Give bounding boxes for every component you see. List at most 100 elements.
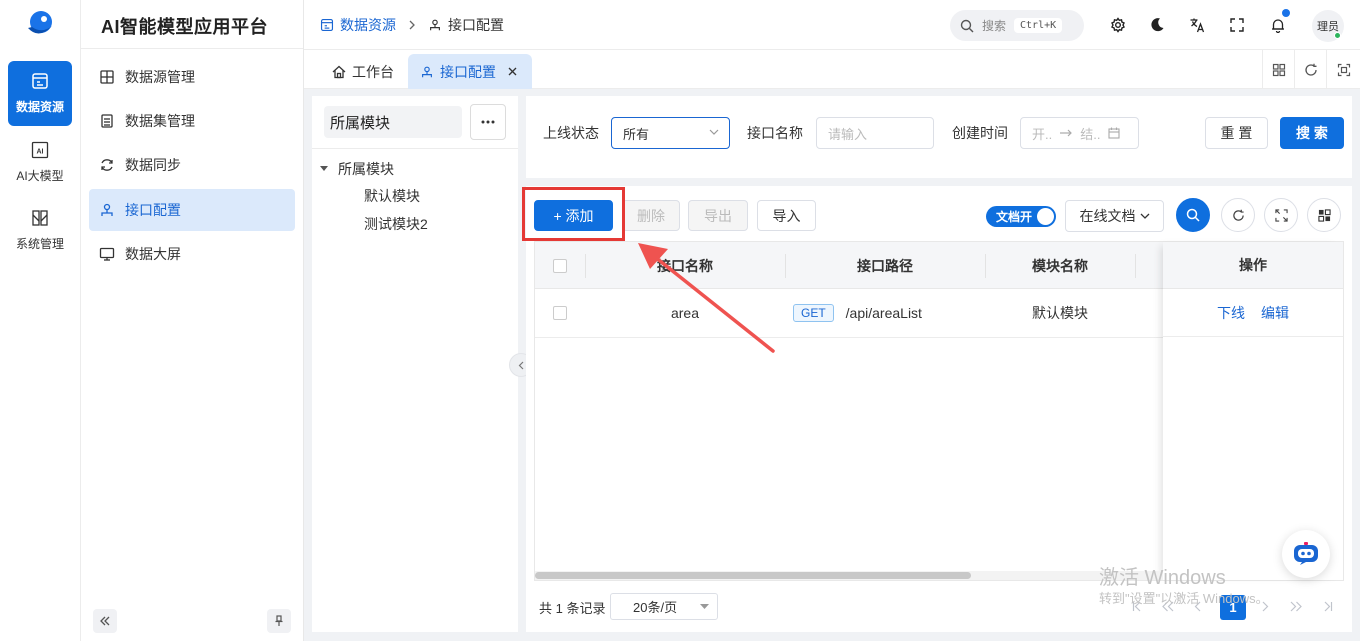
api-config-icon	[420, 65, 434, 79]
online-doc-label: 在线文档	[1079, 208, 1136, 224]
table-search-button[interactable]	[1176, 198, 1210, 232]
breadcrumb-item: 接口配置	[448, 17, 504, 33]
rail-item-ai-model[interactable]: AI AI大模型	[8, 134, 72, 190]
double-chevron-left-icon	[99, 615, 111, 627]
caret-down-icon[interactable]	[320, 166, 328, 172]
pin-icon	[273, 615, 285, 627]
app-logo	[25, 10, 55, 38]
tab-refresh-button[interactable]	[1294, 50, 1326, 89]
tree-node-root[interactable]: 所属模块	[320, 158, 394, 180]
api-name-placeholder: 请输入	[828, 126, 868, 142]
home-icon	[332, 65, 346, 79]
rail-item-system-manage[interactable]: 系统管理	[8, 202, 72, 258]
chevron-right-icon	[408, 20, 416, 30]
sidebar-item-label: 接口配置	[125, 202, 181, 218]
sidebar-item-sync[interactable]: 数据同步	[89, 144, 295, 186]
theme-toggle-button[interactable]	[1147, 15, 1167, 35]
sidebar-item-datasource[interactable]: 数据源管理	[89, 56, 295, 98]
tab-label: 工作台	[352, 63, 394, 80]
online-doc-dropdown[interactable]: 在线文档	[1065, 200, 1164, 232]
http-method-badge: GET	[793, 304, 834, 322]
system-manage-icon	[31, 209, 49, 227]
chevron-left-icon	[518, 361, 525, 370]
column-header-module[interactable]: 模块名称	[985, 242, 1135, 289]
last-page-icon[interactable]	[1322, 601, 1333, 612]
tab-layout-button[interactable]	[1262, 50, 1294, 89]
tree-node-label: 所属模块	[338, 161, 394, 177]
datasource-icon	[99, 69, 115, 85]
status-select[interactable]: 所有	[611, 117, 730, 149]
activation-watermark-title: 激活 Windows	[1099, 567, 1226, 589]
monitor-icon	[99, 246, 115, 262]
column-header-path[interactable]: 接口路径	[785, 242, 985, 289]
sidebar-item-label: 数据集管理	[125, 113, 195, 129]
pin-button[interactable]	[267, 609, 291, 633]
data-resource-icon	[31, 72, 49, 90]
tab-bar: 工作台 接口配置	[304, 50, 1360, 89]
chat-assistant-button[interactable]	[1282, 530, 1330, 578]
module-search-input[interactable]: 所属模块	[324, 106, 462, 138]
search-icon	[960, 19, 974, 33]
api-path-text: /api/areaList	[845, 305, 922, 321]
rail-item-data-resource[interactable]: 数据资源	[8, 61, 72, 126]
row-checkbox[interactable]	[553, 306, 567, 320]
filter-panel: 上线状态 所有 接口名称 请输入 创建时间 开.. 结.. 重 置 搜 索	[526, 96, 1352, 178]
sidebar-item-label: 数据同步	[125, 157, 181, 173]
fullscreen-button[interactable]	[1227, 15, 1247, 35]
refresh-icon	[1304, 63, 1318, 77]
api-name-input[interactable]: 请输入	[816, 117, 934, 149]
date-start-placeholder: 开..	[1032, 126, 1053, 142]
user-avatar[interactable]: 理员	[1312, 10, 1344, 42]
tab-api-config[interactable]: 接口配置	[408, 54, 532, 89]
collapse-sidebar-button[interactable]	[93, 609, 117, 633]
reset-button[interactable]: 重 置	[1205, 117, 1268, 149]
rail-item-label: 数据资源	[15, 100, 64, 114]
import-button[interactable]: 导入	[757, 200, 816, 231]
tree-node-test-module[interactable]: 测试模块2	[364, 214, 428, 234]
scrollbar-thumb[interactable]	[535, 572, 971, 579]
notification-dot	[1282, 9, 1290, 17]
edit-link[interactable]: 编辑	[1261, 303, 1289, 323]
app-title: AI智能模型应用平台	[101, 17, 268, 37]
export-button[interactable]: 导出	[688, 200, 748, 231]
online-dot	[1334, 32, 1341, 39]
global-search[interactable]: 搜索 Ctrl+K	[950, 10, 1084, 41]
more-button[interactable]	[470, 104, 506, 140]
close-icon[interactable]	[508, 67, 517, 76]
sidebar-item-api-config[interactable]: 接口配置	[89, 189, 295, 231]
fixed-actions-column: 操作 下线 编辑	[1163, 242, 1343, 580]
table-fullscreen-button[interactable]	[1264, 198, 1298, 232]
maximize-icon	[1337, 63, 1351, 77]
cell-module-name: 默认模块	[1032, 305, 1088, 321]
sidebar-item-label: 数据源管理	[125, 69, 195, 85]
language-button[interactable]	[1187, 15, 1207, 35]
column-divider	[1135, 254, 1136, 278]
tab-workbench[interactable]: 工作台	[320, 54, 406, 89]
delete-button[interactable]: 删除	[622, 200, 680, 231]
dataset-icon	[99, 113, 115, 129]
bell-icon	[1270, 17, 1286, 33]
search-button[interactable]: 搜 索	[1280, 117, 1344, 149]
breadcrumb-item[interactable]: 数据资源	[340, 15, 396, 35]
create-time-label: 创建时间	[952, 125, 1008, 141]
sidebar-item-dashboard[interactable]: 数据大屏	[89, 233, 295, 275]
sidebar-item-dataset[interactable]: 数据集管理	[89, 100, 295, 142]
settings-button[interactable]	[1108, 15, 1128, 35]
notification-button[interactable]	[1268, 9, 1290, 35]
select-all-checkbox[interactable]	[553, 258, 567, 273]
column-settings-button[interactable]	[1307, 198, 1341, 232]
tab-maximize-button[interactable]	[1326, 50, 1360, 89]
tree-node-default-module[interactable]: 默认模块	[364, 186, 420, 206]
divider	[312, 148, 518, 149]
sidebar: AI智能模型应用平台 数据源管理 数据集管理 数据同步 接口配置 数据大屏	[81, 0, 304, 641]
cell-actions: 下线 编辑	[1163, 289, 1343, 337]
offline-link[interactable]: 下线	[1217, 303, 1245, 323]
doc-toggle[interactable]: 文档开	[986, 206, 1056, 227]
next-group-icon[interactable]	[1290, 601, 1302, 612]
horizontal-scrollbar[interactable]	[535, 571, 1163, 580]
ai-model-icon: AI	[31, 141, 49, 159]
page-size-select[interactable]: 20条/页	[610, 593, 718, 620]
date-range-picker[interactable]: 开.. 结..	[1020, 117, 1139, 149]
moon-icon	[1149, 17, 1165, 33]
table-refresh-button[interactable]	[1221, 198, 1255, 232]
